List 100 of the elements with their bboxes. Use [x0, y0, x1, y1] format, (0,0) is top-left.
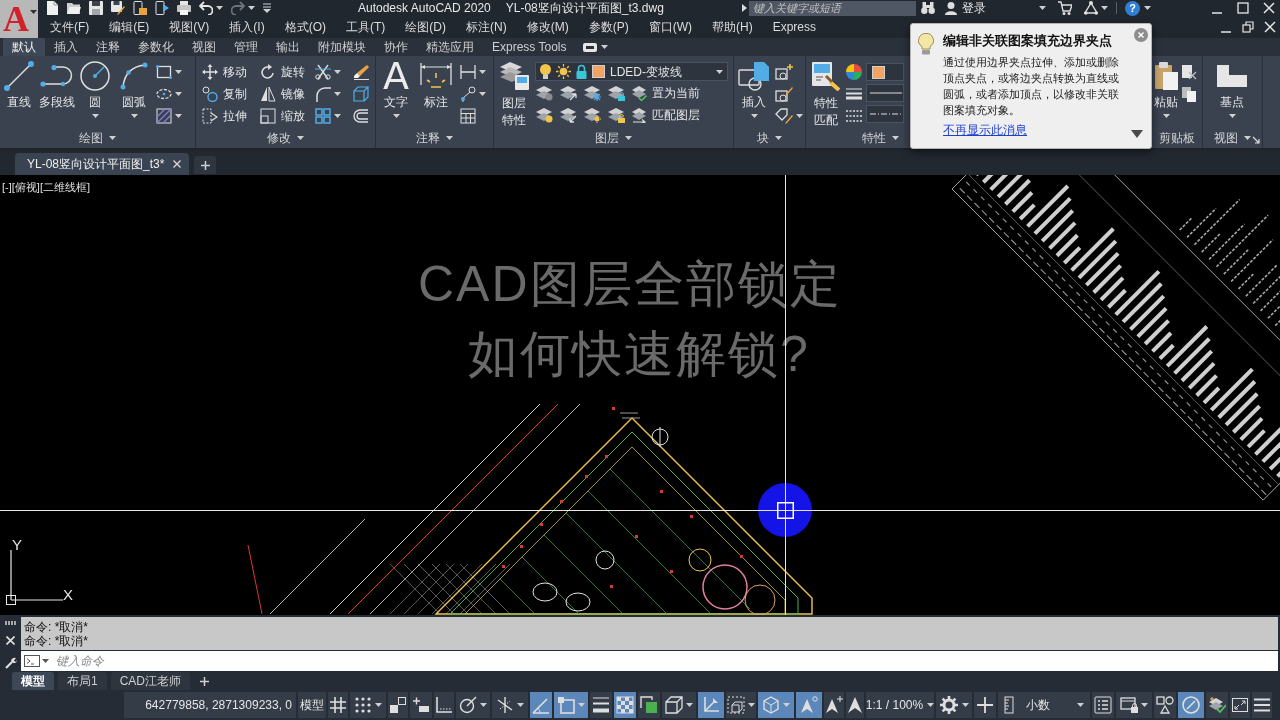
rotate-button[interactable]: 旋转: [260, 62, 315, 82]
units-dropdown[interactable]: 小数: [998, 692, 1090, 718]
four-squares-icon[interactable]: [315, 108, 331, 124]
document-scissors-icon[interactable]: [1181, 64, 1197, 80]
layers-arrow-icon[interactable]: [559, 107, 577, 123]
move-button[interactable]: 移动: [202, 62, 260, 82]
restore-icon[interactable]: [1242, 21, 1254, 33]
paste-button[interactable]: 粘贴: [1151, 56, 1181, 118]
down-triangle-icon[interactable]: [1131, 130, 1143, 138]
hatch-icon[interactable]: [156, 108, 172, 124]
command-prompt-button[interactable]: [21, 651, 51, 671]
menu-item[interactable]: 标注(N): [466, 20, 507, 34]
new-document-icon[interactable]: [45, 1, 59, 15]
status-toggle-button[interactable]: [328, 692, 348, 718]
arc-button[interactable]: 圆弧: [114, 56, 154, 118]
layers-bulb-icon[interactable]: [535, 107, 553, 123]
ribbon-toggle-icon[interactable]: [583, 42, 598, 52]
menu-item[interactable]: 窗口(W): [648, 20, 692, 34]
folder-icon[interactable]: [67, 1, 81, 15]
maximize-icon[interactable]: [1237, 2, 1249, 14]
dimension-line-icon[interactable]: [460, 64, 476, 80]
shape-star-icon[interactable]: [775, 64, 793, 80]
status-toggle-button[interactable]: [614, 692, 636, 718]
panel-title-button[interactable]: 修改: [267, 131, 304, 145]
set-current-layer-button[interactable]: 置为当前: [631, 83, 700, 103]
caret-icon[interactable]: [175, 114, 182, 118]
binoculars-icon[interactable]: [921, 2, 935, 14]
status-toggle-button[interactable]: [434, 692, 454, 718]
layer-dropdown[interactable]: LDED-变坡线: [535, 62, 728, 81]
panel-title-button[interactable]: 视图: [1214, 131, 1251, 145]
document-tab[interactable]: YL-08竖向设计平面图_t3*: [15, 153, 190, 175]
linetype-dropdown[interactable]: [866, 105, 904, 123]
caret-icon[interactable]: [334, 114, 341, 118]
match-properties-button[interactable]: 特性匹配: [807, 56, 845, 129]
undo-arrow-icon[interactable]: [199, 1, 213, 15]
caret-icon[interactable]: [334, 92, 341, 96]
model-space-button[interactable]: 模型: [298, 692, 326, 718]
expand-arrow-icon[interactable]: [742, 4, 747, 12]
status-toggle-button[interactable]: [456, 692, 490, 718]
line-button[interactable]: 直线: [0, 56, 38, 109]
ribbon-tab[interactable]: 附加模块: [309, 38, 375, 56]
floppy-pencil-icon[interactable]: [111, 1, 125, 15]
mirror-button[interactable]: 镜像: [260, 84, 315, 104]
status-toggle-button[interactable]: [388, 692, 408, 718]
layout-tab[interactable]: 布局1: [58, 672, 107, 690]
circle-button[interactable]: 圆: [76, 56, 114, 118]
viewport-control[interactable]: [俯视]: [11, 181, 40, 194]
base-point-button[interactable]: 基点: [1203, 56, 1261, 118]
caret-icon[interactable]: [796, 114, 803, 118]
menu-item[interactable]: Express: [772, 20, 816, 34]
shopping-cart-icon[interactable]: [1058, 1, 1072, 15]
panel-title-button[interactable]: 绘图: [79, 131, 116, 145]
status-toggle-button[interactable]: [1206, 692, 1228, 718]
status-toggle-button[interactable]: [554, 692, 588, 718]
two-documents-icon[interactable]: [1181, 86, 1197, 102]
status-toggle-button[interactable]: [638, 692, 660, 718]
polyline-button[interactable]: 多段线: [38, 56, 76, 109]
close-icon[interactable]: [1263, 2, 1275, 14]
layout-tab[interactable]: CAD江老师: [110, 672, 191, 690]
panel-title-button[interactable]: 注释: [416, 131, 453, 145]
ribbon-tab[interactable]: 默认: [3, 38, 45, 56]
launcher-arrow-icon[interactable]: [1252, 136, 1260, 144]
menu-item[interactable]: 格式(O): [284, 20, 326, 34]
ribbon-tab[interactable]: Express Tools: [483, 38, 576, 56]
triangle-network-icon[interactable]: [1084, 1, 1098, 15]
status-toggle-button[interactable]: [530, 692, 552, 718]
caret-icon[interactable]: [1101, 6, 1108, 10]
ellipse-icon[interactable]: [156, 86, 172, 102]
caret-icon[interactable]: [175, 92, 182, 96]
wrench-icon[interactable]: [4, 657, 17, 669]
line-weights-icon[interactable]: [846, 88, 862, 100]
status-toggle-button[interactable]: [662, 692, 696, 718]
panel-title-button[interactable]: 特性: [862, 131, 899, 145]
help-button[interactable]: ?: [1125, 0, 1140, 16]
status-toggle-button[interactable]: [698, 692, 724, 718]
viewport-control[interactable]: [-]: [2, 181, 12, 194]
layers-snowflake-icon[interactable]: [583, 85, 601, 101]
ribbon-tab[interactable]: 插入: [45, 38, 87, 56]
status-toggle-button[interactable]: [1178, 692, 1204, 718]
shape-pencil-icon[interactable]: [775, 86, 793, 102]
caret-icon[interactable]: [479, 92, 486, 96]
stretch-button[interactable]: 拉伸: [202, 106, 260, 126]
ribbon-tab[interactable]: 参数化: [129, 38, 183, 56]
status-toggle-button[interactable]: [758, 692, 794, 718]
viewport-control[interactable]: [二维线框]: [39, 181, 91, 194]
caret-icon[interactable]: [1144, 6, 1151, 10]
grip-dots-icon[interactable]: [4, 621, 17, 625]
table-icon[interactable]: [460, 108, 476, 124]
fullscreen-button[interactable]: [1230, 692, 1250, 718]
layers-open-lock-icon[interactable]: [607, 107, 625, 123]
color-wheel-icon[interactable]: [846, 64, 862, 80]
tag-pencil-icon[interactable]: [775, 108, 793, 124]
annotation-monitor-button[interactable]: [974, 692, 996, 718]
ribbon-tab[interactable]: 精选应用: [417, 38, 483, 56]
caret-icon[interactable]: [175, 70, 182, 74]
rounded-corner-icon[interactable]: [315, 86, 331, 102]
eraser-icon[interactable]: [353, 64, 369, 80]
insert-block-button[interactable]: 插入: [734, 56, 774, 118]
ribbon-tab[interactable]: 注释: [87, 38, 129, 56]
status-toggle-button[interactable]: [846, 692, 864, 718]
